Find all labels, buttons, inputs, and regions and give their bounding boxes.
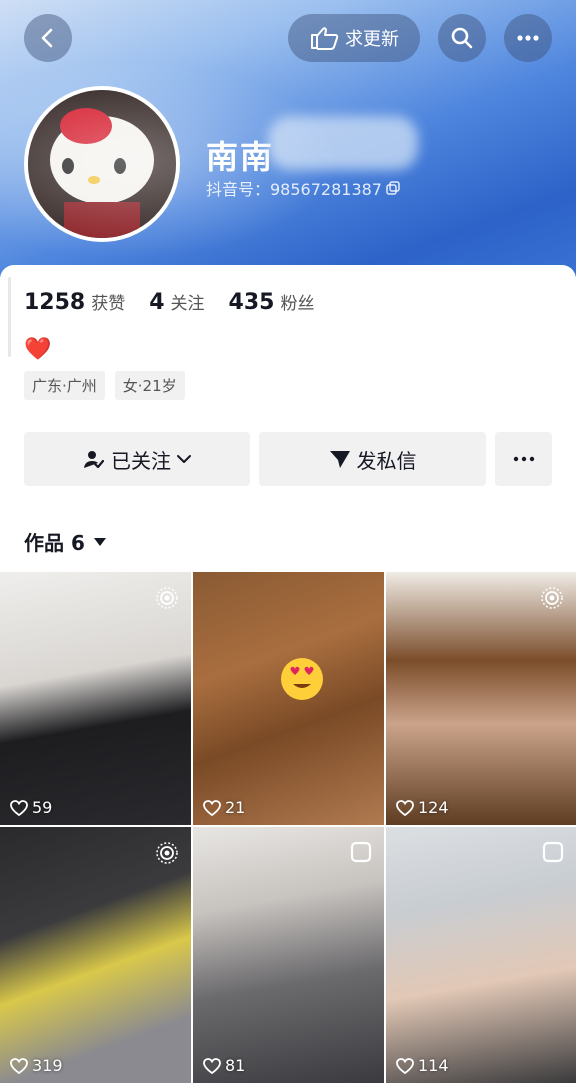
work-likes: 114 (396, 1056, 449, 1075)
request-update-button[interactable]: 求更新 (288, 14, 420, 62)
message-label: 发私信 (356, 448, 417, 473)
stat-likes-label: 获赞 (91, 294, 126, 314)
work-likes-count: 114 (418, 1056, 449, 1075)
stat-following-label: 关注 (170, 294, 205, 314)
stat-followers[interactable]: 435 粉丝 (229, 289, 315, 315)
work-likes: 81 (203, 1056, 245, 1075)
following-label: 已关注 (111, 448, 171, 473)
work-item[interactable]: 114 (386, 827, 576, 1083)
stat-followers-count: 435 (228, 290, 275, 315)
stat-followers-label: 粉丝 (280, 294, 315, 314)
work-likes-count: 124 (418, 798, 449, 817)
send-icon (329, 451, 350, 468)
caret-down-icon (93, 537, 106, 546)
profile-card: 1258 获赞 4 关注 435 粉丝 ❤️ 广东·广州 女·21岁 已关注 发… (0, 265, 576, 1086)
work-likes-count: 59 (32, 798, 53, 817)
work-likes: 319 (10, 1056, 63, 1075)
heart-outline-icon (10, 1057, 28, 1074)
douyin-id-text: 抖音号：98567281387 (206, 180, 382, 199)
more-actions-button[interactable] (495, 432, 552, 486)
work-likes: 124 (396, 798, 449, 817)
tag-gender-age: 女·21岁 (114, 371, 185, 400)
heart-outline-icon (396, 799, 414, 816)
heart-outline-icon (203, 1057, 221, 1074)
stat-following[interactable]: 4 关注 (149, 289, 204, 315)
avatar-image (28, 90, 176, 238)
copy-icon[interactable] (386, 181, 400, 195)
back-button[interactable] (24, 14, 72, 62)
heart-outline-icon (10, 799, 28, 816)
blurred-name-patch (268, 116, 418, 170)
work-item[interactable]: 124 (386, 572, 576, 825)
card-edge (8, 277, 11, 357)
gallery-icon (542, 841, 564, 863)
works-tab-label: 作品 6 (24, 531, 85, 555)
bio-text: ❤️ (24, 337, 52, 362)
profile-tags: 广东·广州 女·21岁 (24, 371, 185, 400)
stat-likes-count: 1258 (24, 290, 86, 315)
following-button[interactable]: 已关注 (24, 432, 250, 486)
gallery-icon (350, 841, 372, 863)
nickname: 南南 (206, 138, 275, 176)
work-item[interactable]: 319 (0, 827, 191, 1083)
stat-following-count: 4 (149, 290, 165, 315)
tab-works[interactable]: 作品 6 (24, 527, 107, 556)
more-options-button[interactable] (504, 14, 552, 62)
work-likes: 21 (203, 798, 245, 817)
heart-outline-icon (396, 1057, 414, 1074)
pointing-hand-icon (311, 27, 339, 50)
works-grid: 59 21 124 319 81 114 (0, 572, 576, 1083)
tag-location: 广东·广州 (24, 371, 105, 400)
work-item[interactable]: 59 (0, 572, 191, 825)
live-photo-icon (541, 587, 563, 609)
search-icon (451, 27, 473, 49)
douyin-id[interactable]: 抖音号：98567281387 (206, 176, 400, 200)
work-likes-count: 81 (225, 1056, 246, 1075)
work-likes: 59 (10, 798, 52, 817)
stats-row: 1258 获赞 4 关注 435 粉丝 (24, 289, 314, 315)
work-likes-count: 319 (32, 1056, 63, 1075)
user-check-icon (84, 451, 105, 469)
profile-header: 求更新 南南 抖音号：98567281387 (0, 0, 576, 290)
action-row: 已关注 发私信 (24, 432, 552, 486)
heart-outline-icon (203, 799, 221, 816)
stat-likes[interactable]: 1258 获赞 (24, 289, 125, 315)
ellipsis-icon (513, 456, 534, 462)
message-button[interactable]: 发私信 (259, 432, 486, 486)
chevron-left-icon (41, 28, 53, 48)
avatar[interactable] (24, 86, 180, 242)
live-photo-icon (156, 842, 178, 864)
search-button[interactable] (438, 14, 486, 62)
heart-eyes-emoji (281, 658, 323, 700)
ellipsis-icon (517, 35, 539, 41)
work-item[interactable]: 21 (193, 572, 384, 825)
work-likes-count: 21 (225, 798, 246, 817)
work-item[interactable]: 81 (193, 827, 384, 1083)
request-update-label: 求更新 (345, 29, 399, 50)
live-photo-icon (156, 587, 178, 609)
chevron-down-icon (177, 455, 191, 463)
